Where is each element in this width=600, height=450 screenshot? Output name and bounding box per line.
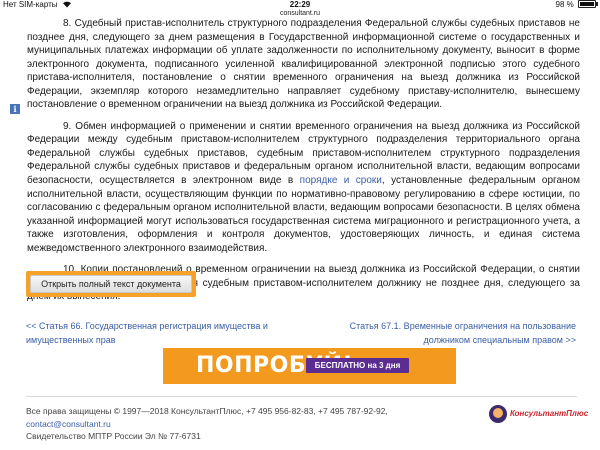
paragraph-9: 9. Обмен информацией о применении и снят…	[27, 120, 580, 255]
paragraph-9-text-cont: , установленные федеральным органом испо…	[27, 175, 580, 254]
status-bar: Нет SIM-карты 22:29 98 %	[0, 0, 600, 10]
battery-icon	[578, 0, 598, 9]
order-and-terms-link[interactable]: порядке и сроки	[300, 175, 382, 186]
logo-mascot-icon	[489, 405, 507, 423]
footer-email-link[interactable]: contact@consultant.ru	[26, 418, 446, 431]
article-body: 8. Судебный пристав-исполнитель структур…	[27, 17, 580, 312]
open-full-text-button[interactable]: Открыть полный текст документа	[30, 275, 192, 293]
footer: Все права защищены © 1997—2018 Консульта…	[26, 405, 446, 443]
open-full-text-button-frame: Открыть полный текст документа	[26, 271, 196, 297]
clock: 22:29	[289, 0, 311, 9]
paragraph-8: 8. Судебный пристав-исполнитель структур…	[27, 18, 580, 111]
promo-banner[interactable]: ПОПРОБУЙ! БЕСПЛАТНО на 3 дня	[163, 348, 456, 384]
next-article-link[interactable]: Статья 67.1. Временные ограничения на по…	[330, 319, 576, 347]
footer-copyright: Все права защищены © 1997—2018 Консульта…	[26, 406, 388, 416]
battery-status: 98 %	[555, 0, 598, 10]
footer-divider	[26, 396, 577, 397]
prev-article-link[interactable]: << Статья 66. Государственная регистраци…	[26, 319, 276, 347]
logo-text: КонсультантПлюс	[510, 409, 589, 418]
consultant-logo[interactable]: КонсультантПлюс	[489, 405, 588, 425]
footer-certificate: Свидетельство МПТР России Эл № 77-6731	[26, 431, 201, 441]
banner-free-badge: БЕСПЛАТНО на 3 дня	[306, 358, 409, 373]
battery-percent: 98 %	[555, 0, 574, 9]
info-icon[interactable]: i	[10, 104, 20, 114]
